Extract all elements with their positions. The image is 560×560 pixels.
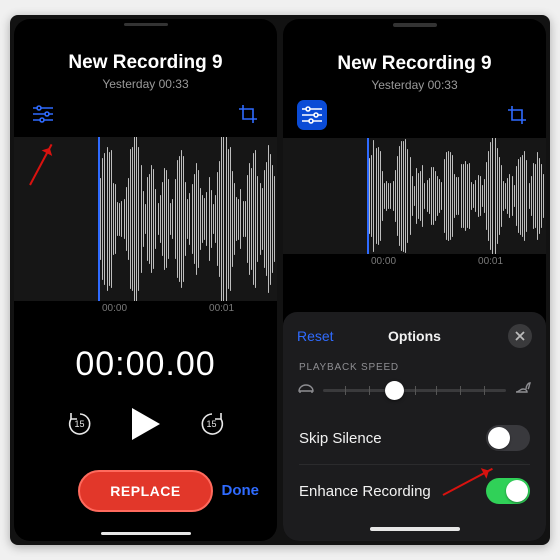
section-label: PLAYBACK SPEED bbox=[283, 354, 546, 377]
skip-forward-button[interactable]: 15 bbox=[198, 410, 226, 438]
notch bbox=[393, 23, 437, 27]
play-button[interactable] bbox=[130, 406, 162, 442]
close-icon bbox=[515, 331, 525, 341]
timeline: 00:00 00:01 00:02 bbox=[283, 256, 546, 278]
tortoise-icon bbox=[297, 381, 315, 400]
screen-left: New Recording 9 Yesterday 00:33 bbox=[14, 19, 277, 541]
home-indicator bbox=[370, 527, 460, 531]
sliders-icon bbox=[32, 105, 54, 123]
notch bbox=[124, 23, 168, 26]
playhead[interactable] bbox=[367, 138, 369, 254]
crop-icon bbox=[507, 105, 527, 125]
sliders-icon bbox=[301, 106, 323, 124]
waveform-area[interactable]: 00:00 00:01 00:02 bbox=[14, 137, 277, 325]
skip-silence-label: Skip Silence bbox=[299, 430, 382, 447]
skip-back-button[interactable]: 15 bbox=[66, 410, 94, 438]
trim-button[interactable] bbox=[233, 99, 263, 129]
enhance-recording-row: Enhance Recording bbox=[283, 465, 546, 517]
enhance-recording-toggle[interactable] bbox=[486, 478, 530, 504]
skip-silence-toggle[interactable] bbox=[486, 425, 530, 451]
crop-icon bbox=[238, 104, 258, 124]
waveform bbox=[14, 137, 277, 301]
recording-subtitle: Yesterday 00:33 bbox=[283, 78, 546, 92]
options-button-active[interactable] bbox=[297, 100, 327, 130]
reset-button[interactable]: Reset bbox=[297, 328, 334, 344]
screen-right: New Recording 9 Yesterday 00:33 bbox=[283, 19, 546, 541]
timeline: 00:00 00:01 00:02 bbox=[14, 303, 277, 325]
recording-title: New Recording 9 bbox=[14, 52, 277, 74]
timeline-tick: 00:00 bbox=[371, 256, 396, 278]
title-area: New Recording 9 Yesterday 00:33 bbox=[14, 52, 277, 91]
skip-silence-row: Skip Silence bbox=[283, 412, 546, 464]
playback-speed-slider[interactable] bbox=[323, 389, 506, 392]
timeline-tick: 00:01 bbox=[478, 256, 503, 278]
elapsed-time: 00:00.00 bbox=[14, 345, 277, 384]
timeline-tick: 00:01 bbox=[209, 303, 234, 325]
recording-title: New Recording 9 bbox=[283, 53, 546, 75]
waveform-area[interactable]: 00:00 00:01 00:02 bbox=[283, 138, 546, 278]
slider-knob[interactable] bbox=[385, 381, 404, 400]
close-button[interactable] bbox=[508, 324, 532, 348]
play-icon bbox=[130, 406, 162, 442]
options-sheet: Reset Options PLAYBACK SPEED bbox=[283, 312, 546, 541]
timeline-tick: 00:00 bbox=[102, 303, 127, 325]
home-indicator bbox=[101, 532, 191, 535]
done-button[interactable]: Done bbox=[222, 482, 260, 499]
recording-subtitle: Yesterday 00:33 bbox=[14, 77, 277, 91]
replace-button[interactable]: REPLACE bbox=[78, 470, 212, 512]
enhance-recording-label: Enhance Recording bbox=[299, 483, 431, 500]
transport-controls: 15 15 bbox=[14, 406, 277, 442]
playhead[interactable] bbox=[98, 137, 100, 301]
trim-button[interactable] bbox=[502, 100, 532, 130]
options-button[interactable] bbox=[28, 99, 58, 129]
title-area: New Recording 9 Yesterday 00:33 bbox=[283, 53, 546, 92]
waveform bbox=[283, 138, 546, 254]
hare-icon bbox=[514, 381, 532, 400]
sheet-title: Options bbox=[388, 328, 441, 344]
